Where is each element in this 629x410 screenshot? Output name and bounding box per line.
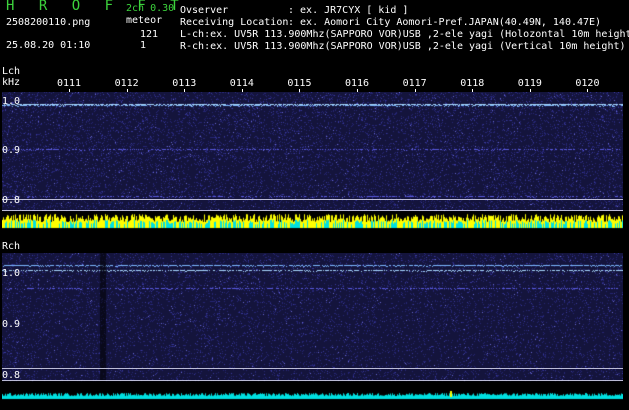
unit-label: kHz	[2, 77, 21, 88]
minute-tick-label: 0119	[517, 78, 542, 89]
lch-boundary-line	[2, 210, 623, 211]
rch-y-label: 0.8	[2, 370, 21, 381]
minute-tick-label: 0120	[575, 78, 600, 89]
lch-waterfall	[2, 92, 623, 230]
minute-tick-label: 0118	[460, 78, 485, 89]
lch-y-label: 1.0	[2, 96, 21, 107]
meteor-label: meteor	[126, 15, 163, 26]
minute-tick-label: 0115	[287, 78, 312, 89]
minute-tick-label: 0116	[345, 78, 370, 89]
lch-y-label: 0.8	[2, 195, 21, 206]
meteor-r-count: 1	[140, 40, 147, 51]
datetime-label: 25.08.20 01:10	[6, 40, 91, 51]
rch-y-label: 1.0	[2, 268, 21, 279]
minute-tick-label: 0112	[114, 78, 139, 89]
mode-label: 2ch 0.30	[126, 3, 175, 14]
lch-info: L-ch:ex. UV5R 113.900Mhz(SAPPORO VOR)USB…	[180, 29, 629, 40]
lch-boundary-line	[2, 199, 623, 200]
minute-tick-label: 0114	[229, 78, 254, 89]
rch-waterfall	[2, 253, 623, 400]
minute-tick-label: 0113	[172, 78, 197, 89]
location-value: : ex. Aomori City Aomori-Pref.JAPAN(40.4…	[288, 17, 602, 28]
minute-tick-label: 0117	[402, 78, 427, 89]
lch-y-label: 0.9	[2, 145, 21, 156]
filename-label: 2508200110.png	[6, 17, 91, 28]
rch-info: R-ch:ex. UV5R 113.900Mhz(SAPPORO VOR)USB…	[180, 41, 626, 52]
rch-label: Rch	[2, 241, 21, 252]
observer-label: Ovserver	[180, 5, 229, 16]
minute-tick-label: 0111	[57, 78, 82, 89]
rch-boundary-line	[2, 368, 623, 369]
observer-value: : ex. JR7CYX [ kid ]	[288, 5, 409, 16]
rch-boundary-line	[2, 380, 623, 381]
location-label: Receiving Location	[180, 17, 289, 28]
rch-y-label: 0.9	[2, 319, 21, 330]
